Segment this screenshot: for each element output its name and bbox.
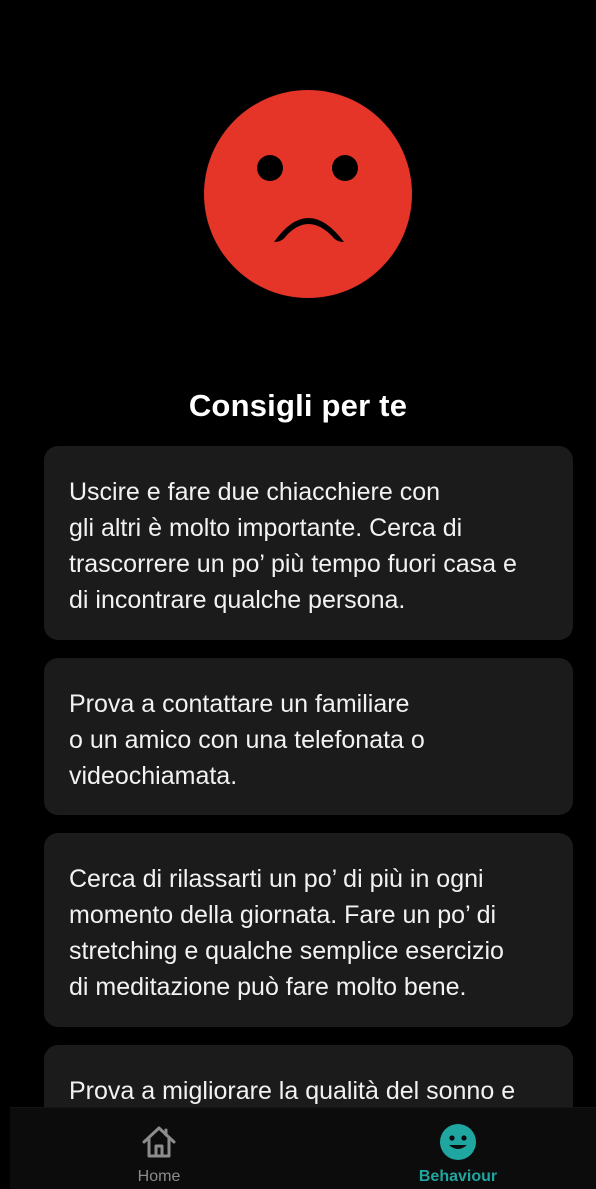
tip-text: Prova a migliorare la qualità del sonno … xyxy=(69,1077,516,1105)
home-icon xyxy=(142,1126,176,1158)
tip-text: Prova a contattare un familiare o un ami… xyxy=(69,690,425,790)
tip-card: Uscire e fare due chiacchiere con gli al… xyxy=(44,446,573,640)
tip-text: Uscire e fare due chiacchiere con gli al… xyxy=(69,478,517,614)
tip-card: Cerca di rilassarti un po’ di più in ogn… xyxy=(44,833,573,1027)
tip-text: Cerca di rilassarti un po’ di più in ogn… xyxy=(69,865,504,1001)
section-title: Consigli per te xyxy=(188,388,408,423)
smiley-icon xyxy=(440,1124,476,1160)
tips-list[interactable]: Uscire e fare due chiacchiere con gli al… xyxy=(44,446,573,1183)
nav-item-behaviour[interactable]: Behaviour xyxy=(403,1108,513,1189)
sad-face-icon xyxy=(204,90,412,298)
nav-label-home: Home xyxy=(137,1168,181,1185)
nav-item-home[interactable]: Home xyxy=(110,1108,208,1189)
behaviour-screen: Consigli per te Uscire e fare due chiacc… xyxy=(0,0,596,1189)
tip-card: Prova a contattare un familiare o un ami… xyxy=(44,658,573,815)
bottom-navigation: Home Behaviour xyxy=(10,1107,596,1189)
nav-label-behaviour: Behaviour xyxy=(418,1168,498,1185)
